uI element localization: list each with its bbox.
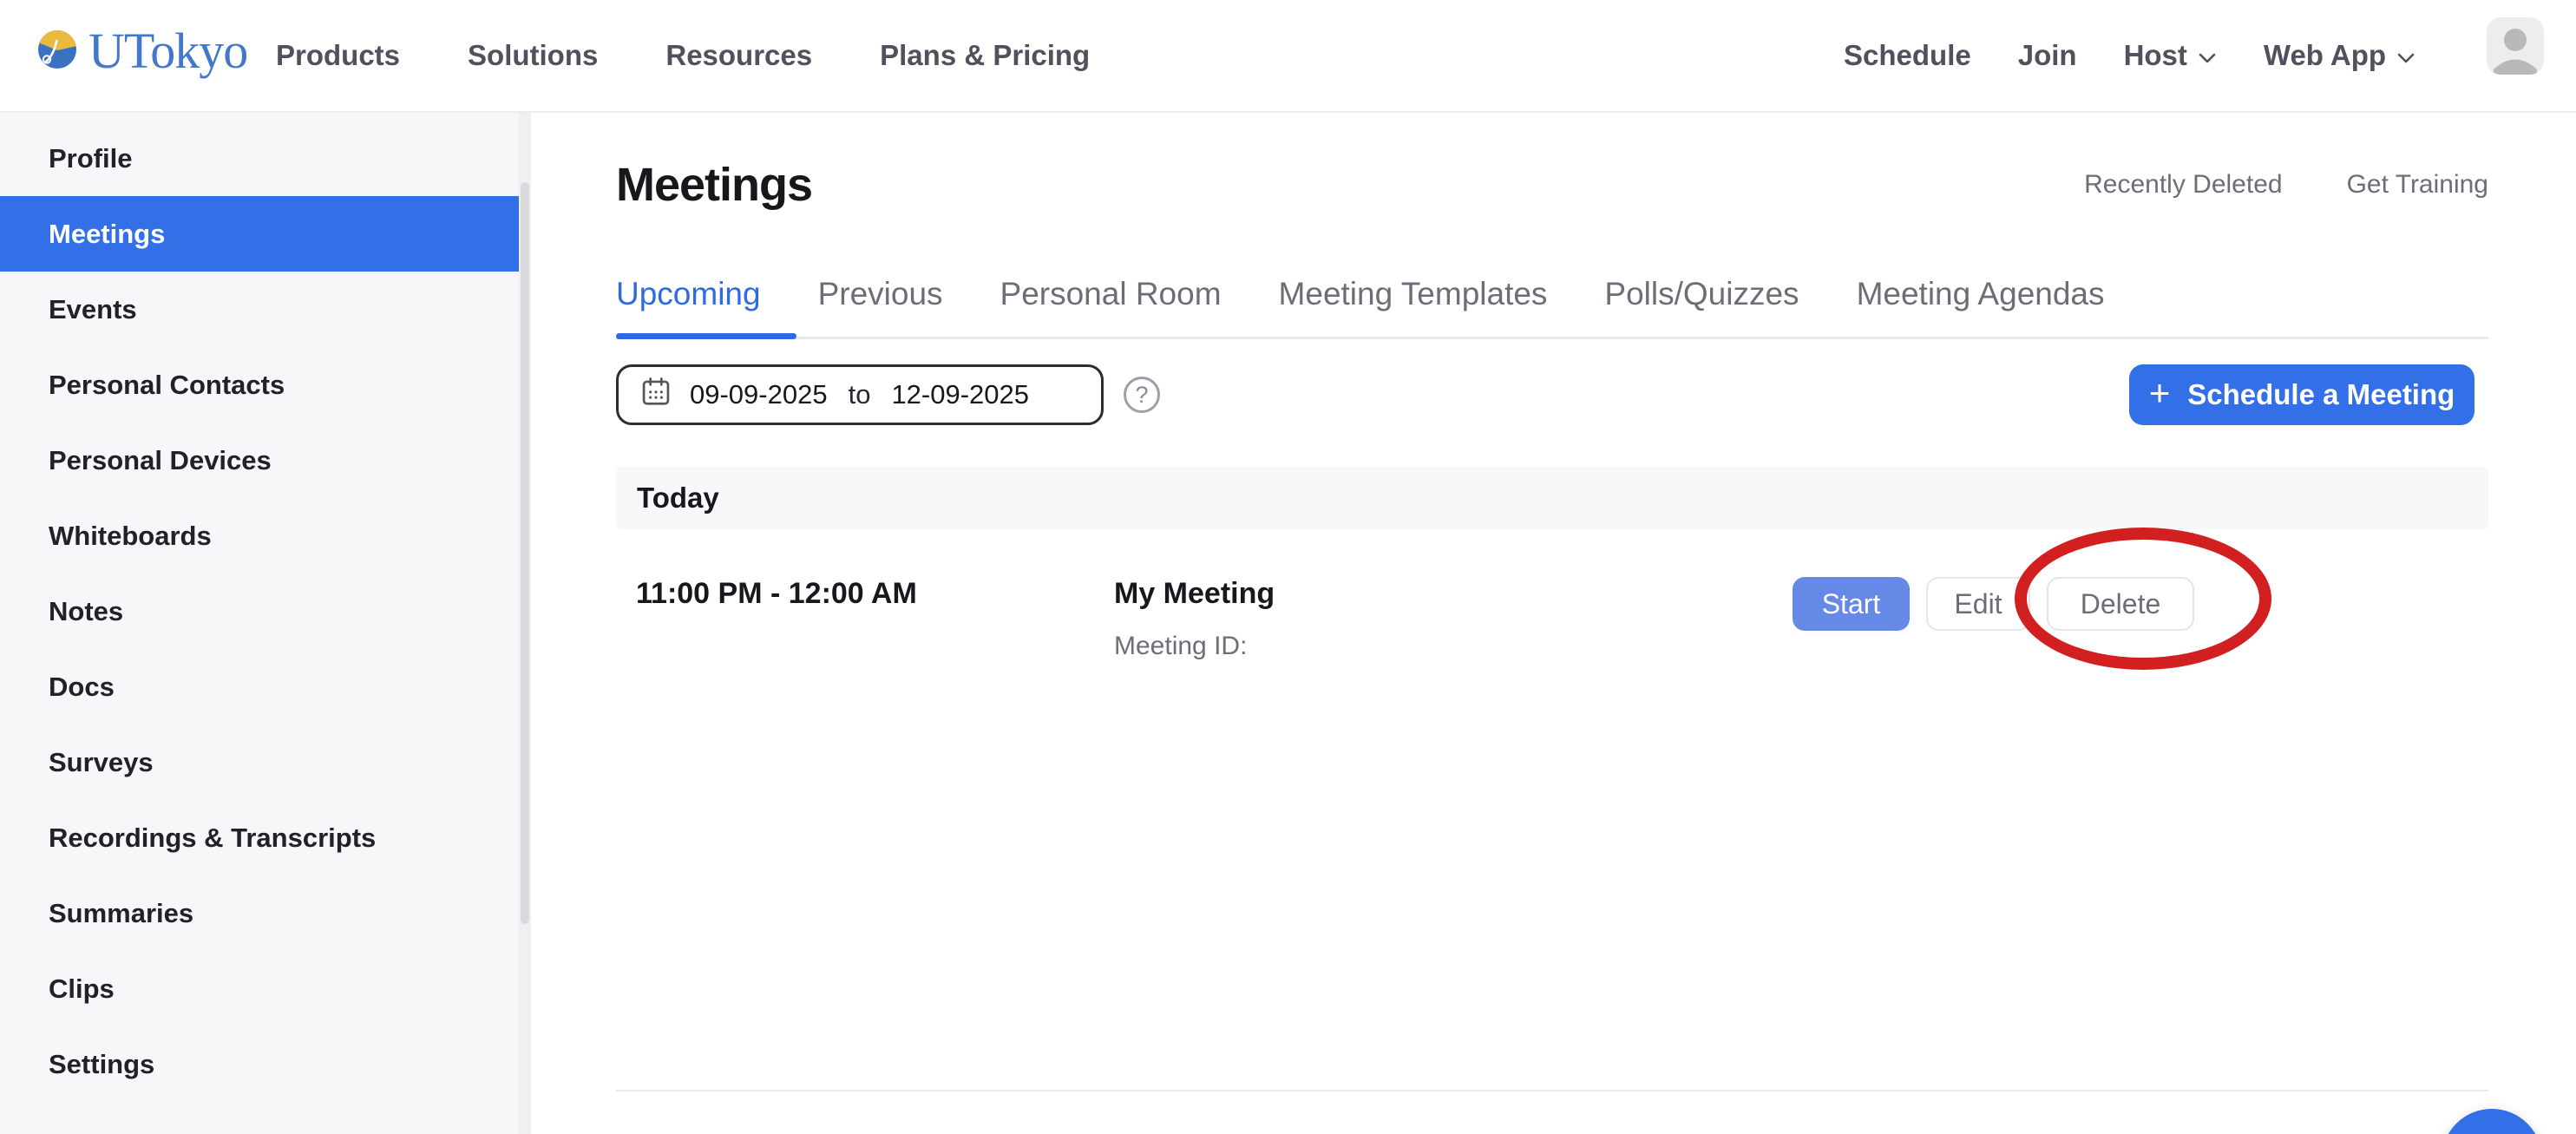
tab-meeting-templates[interactable]: Meeting Templates xyxy=(1279,276,1548,337)
help-icon[interactable]: ? xyxy=(1124,377,1160,413)
get-training-link[interactable]: Get Training xyxy=(2347,170,2488,200)
nav-item-plans-pricing[interactable]: Plans & Pricing xyxy=(880,39,1090,72)
nav-item-schedule[interactable]: Schedule xyxy=(1844,39,1971,72)
sidebar-item-clips[interactable]: Clips xyxy=(0,951,531,1026)
sidebar-item-personal-contacts[interactable]: Personal Contacts xyxy=(0,347,531,423)
nav-right-group: Schedule Join Host Web App xyxy=(1844,0,2415,111)
sidebar-item-docs[interactable]: Docs xyxy=(0,649,531,724)
sidebar-item-personal-devices[interactable]: Personal Devices xyxy=(0,423,531,498)
tab-personal-room[interactable]: Personal Room xyxy=(1000,276,1222,337)
meeting-row-actions: Start Edit Delete xyxy=(1793,577,2194,631)
nav-item-host-label: Host xyxy=(2124,39,2187,72)
start-button[interactable]: Start xyxy=(1793,577,1910,631)
date-range-end[interactable]: 12-09-2025 xyxy=(891,379,1029,410)
today-section-header: Today xyxy=(616,467,2488,529)
chevron-down-icon xyxy=(2198,47,2217,64)
floating-help-button[interactable] xyxy=(2442,1109,2542,1134)
main-content: Meetings Recently Deleted Get Training U… xyxy=(531,113,2576,1134)
page-header: Meetings Recently Deleted Get Training xyxy=(616,158,2488,212)
sidebar-item-meetings[interactable]: Meetings xyxy=(0,196,531,272)
meeting-title[interactable]: My Meeting xyxy=(1114,577,1275,611)
schedule-a-meeting-label: Schedule a Meeting xyxy=(2187,378,2455,411)
tab-previous[interactable]: Previous xyxy=(818,276,943,337)
utokyo-logo-mark-icon xyxy=(36,29,78,75)
chevron-down-icon xyxy=(2396,47,2415,64)
sidebar-item-events[interactable]: Events xyxy=(0,272,531,347)
sidebar-scrollbar-thumb[interactable] xyxy=(521,182,529,924)
sidebar-item-recordings-transcripts[interactable]: Recordings & Transcripts xyxy=(0,800,531,875)
page-title: Meetings xyxy=(616,158,812,212)
date-range-separator: to xyxy=(845,379,875,410)
calendar-icon xyxy=(639,375,672,415)
sidebar: Profile Meetings Events Personal Contact… xyxy=(0,113,531,1134)
utokyo-logo[interactable]: UTokyo xyxy=(36,26,247,76)
delete-button[interactable]: Delete xyxy=(2047,577,2194,631)
today-label: Today xyxy=(637,482,719,515)
nav-left-group: Products Solutions Resources Plans & Pri… xyxy=(276,0,1090,111)
tab-bar: Upcoming Previous Personal Room Meeting … xyxy=(616,276,2105,337)
meeting-time: 11:00 PM - 12:00 AM xyxy=(636,577,917,611)
date-range-start[interactable]: 09-09-2025 xyxy=(690,379,828,410)
question-mark-glyph: ? xyxy=(1135,382,1148,409)
nav-item-web-app[interactable]: Web App xyxy=(2264,39,2415,72)
avatar[interactable] xyxy=(2487,17,2544,75)
edit-button[interactable]: Edit xyxy=(1926,577,2030,631)
nav-item-solutions[interactable]: Solutions xyxy=(468,39,598,72)
nav-item-host[interactable]: Host xyxy=(2124,39,2217,72)
sidebar-item-settings[interactable]: Settings xyxy=(0,1026,531,1102)
tab-underline-track xyxy=(616,337,2488,339)
sidebar-item-profile[interactable]: Profile xyxy=(0,121,531,196)
header-links: Recently Deleted Get Training xyxy=(2084,170,2488,200)
tab-upcoming[interactable]: Upcoming xyxy=(616,276,761,337)
plus-icon: + xyxy=(2149,375,2171,411)
person-icon xyxy=(2487,63,2544,75)
sidebar-item-whiteboards[interactable]: Whiteboards xyxy=(0,498,531,574)
nav-item-join[interactable]: Join xyxy=(2018,39,2077,72)
logo-wordmark: UTokyo xyxy=(88,26,247,76)
sidebar-item-notes[interactable]: Notes xyxy=(0,574,531,649)
tab-meeting-agendas[interactable]: Meeting Agendas xyxy=(1857,276,2105,337)
tab-active-underline xyxy=(616,333,796,339)
sidebar-scrollbar-track[interactable] xyxy=(519,113,531,1134)
top-nav: UTokyo Products Solutions Resources Plan… xyxy=(0,0,2576,113)
date-range-picker[interactable]: 09-09-2025 to 12-09-2025 xyxy=(616,364,1104,425)
nav-item-products[interactable]: Products xyxy=(276,39,400,72)
nav-item-resources[interactable]: Resources xyxy=(665,39,812,72)
schedule-a-meeting-button[interactable]: + Schedule a Meeting xyxy=(2129,364,2474,425)
tab-polls-quizzes[interactable]: Polls/Quizzes xyxy=(1604,276,1799,337)
meeting-id-label: Meeting ID: xyxy=(1114,632,1247,661)
sidebar-item-summaries[interactable]: Summaries xyxy=(0,875,531,951)
bottom-divider xyxy=(616,1090,2488,1091)
recently-deleted-link[interactable]: Recently Deleted xyxy=(2084,170,2282,200)
sidebar-item-surveys[interactable]: Surveys xyxy=(0,724,531,800)
nav-item-web-app-label: Web App xyxy=(2264,39,2386,72)
